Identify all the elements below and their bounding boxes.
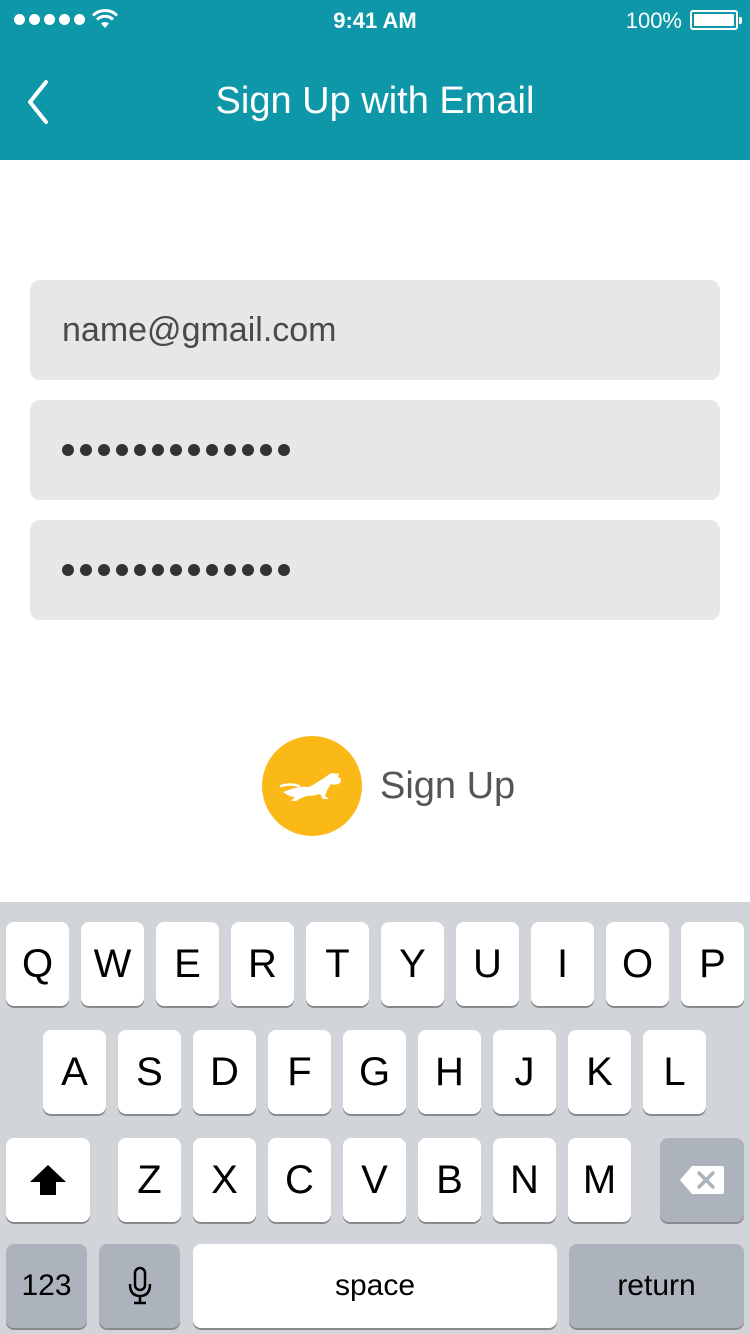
- key-w[interactable]: W: [81, 922, 144, 1006]
- key-x[interactable]: X: [193, 1138, 256, 1222]
- password-field[interactable]: [30, 400, 720, 500]
- key-f[interactable]: F: [268, 1030, 331, 1114]
- sign-up-label: Sign Up: [380, 764, 516, 807]
- key-c[interactable]: C: [268, 1138, 331, 1222]
- key-s[interactable]: S: [118, 1030, 181, 1114]
- return-key[interactable]: return: [569, 1244, 744, 1328]
- key-y[interactable]: Y: [381, 922, 444, 1006]
- battery-percentage: 100%: [625, 8, 682, 33]
- key-m[interactable]: M: [568, 1138, 631, 1222]
- sign-up-button[interactable]: Sign Up: [262, 736, 515, 836]
- keyboard: Q W E R T Y U I O P A S D F G H J K L Z …: [0, 902, 750, 1334]
- backspace-icon: [680, 1166, 724, 1194]
- key-z[interactable]: Z: [118, 1138, 181, 1222]
- confirm-password-field[interactable]: [30, 520, 720, 620]
- key-l[interactable]: L: [643, 1030, 706, 1114]
- key-k[interactable]: K: [568, 1030, 631, 1114]
- key-b[interactable]: B: [418, 1138, 481, 1222]
- key-n[interactable]: N: [493, 1138, 556, 1222]
- key-t[interactable]: T: [306, 922, 369, 1006]
- backspace-key[interactable]: [660, 1138, 744, 1222]
- key-d[interactable]: D: [193, 1030, 256, 1114]
- email-field[interactable]: [30, 280, 720, 380]
- key-h[interactable]: H: [418, 1030, 481, 1114]
- key-j[interactable]: J: [493, 1030, 556, 1114]
- key-v[interactable]: V: [343, 1138, 406, 1222]
- navigation-header: 9:41 AM 100% Sign Up with Email: [0, 0, 750, 160]
- shift-icon: [30, 1165, 66, 1195]
- key-e[interactable]: E: [156, 922, 219, 1006]
- key-g[interactable]: G: [343, 1030, 406, 1114]
- key-p[interactable]: P: [681, 922, 744, 1006]
- key-u[interactable]: U: [456, 922, 519, 1006]
- status-bar: 9:41 AM 100%: [0, 0, 750, 40]
- confirm-password-mask: [62, 520, 290, 620]
- numbers-key[interactable]: 123: [6, 1244, 87, 1328]
- key-r[interactable]: R: [231, 922, 294, 1006]
- key-o[interactable]: O: [606, 922, 669, 1006]
- sign-up-badge: [262, 736, 362, 836]
- key-i[interactable]: I: [531, 922, 594, 1006]
- dictation-key[interactable]: [99, 1244, 180, 1328]
- battery-icon: [690, 10, 742, 30]
- space-key[interactable]: space: [193, 1244, 557, 1328]
- key-q[interactable]: Q: [6, 922, 69, 1006]
- shift-key[interactable]: [6, 1138, 90, 1222]
- password-mask: [62, 400, 290, 500]
- page-title: Sign Up with Email: [215, 80, 535, 122]
- microphone-icon: [128, 1266, 151, 1305]
- email-input[interactable]: [30, 280, 720, 380]
- running-dog-icon: [279, 772, 342, 801]
- key-a[interactable]: A: [43, 1030, 106, 1114]
